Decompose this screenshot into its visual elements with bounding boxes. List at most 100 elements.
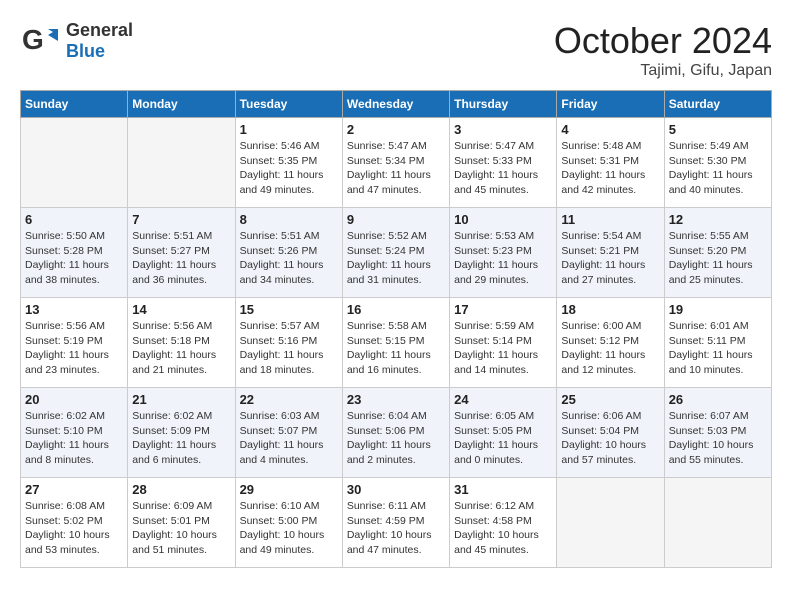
calendar-cell: 18 Sunrise: 6:00 AM Sunset: 5:12 PM Dayli… bbox=[557, 298, 664, 388]
day-number: 27 bbox=[25, 482, 123, 497]
day-info: Sunrise: 6:12 AM Sunset: 4:58 PM Dayligh… bbox=[454, 499, 552, 558]
calendar-cell: 16 Sunrise: 5:58 AM Sunset: 5:15 PM Dayli… bbox=[342, 298, 449, 388]
day-number: 26 bbox=[669, 392, 767, 407]
day-info: Sunrise: 6:10 AM Sunset: 5:00 PM Dayligh… bbox=[240, 499, 338, 558]
calendar-cell: 3 Sunrise: 5:47 AM Sunset: 5:33 PM Daylig… bbox=[450, 118, 557, 208]
day-info: Sunrise: 5:50 AM Sunset: 5:28 PM Dayligh… bbox=[25, 229, 123, 288]
day-info: Sunrise: 5:51 AM Sunset: 5:27 PM Dayligh… bbox=[132, 229, 230, 288]
page-header: G General Blue October 2024 Tajimi, Gifu… bbox=[20, 20, 772, 80]
calendar-cell bbox=[21, 118, 128, 208]
day-number: 3 bbox=[454, 122, 552, 137]
day-number: 9 bbox=[347, 212, 445, 227]
calendar-cell bbox=[557, 478, 664, 568]
day-number: 13 bbox=[25, 302, 123, 317]
calendar-cell: 20Sunrise: 6:02 AM Sunset: 5:10 PM Dayli… bbox=[21, 388, 128, 478]
calendar-cell: 27 Sunrise: 6:08 AM Sunset: 5:02 PM Dayli… bbox=[21, 478, 128, 568]
calendar-cell: 9 Sunrise: 5:52 AM Sunset: 5:24 PM Daylig… bbox=[342, 208, 449, 298]
logo-icon: G bbox=[20, 21, 60, 61]
calendar-cell: 12 Sunrise: 5:55 AM Sunset: 5:20 PM Dayli… bbox=[664, 208, 771, 298]
day-number: 28 bbox=[132, 482, 230, 497]
weekday-header: Sunday bbox=[21, 91, 128, 118]
day-number: 21 bbox=[132, 392, 230, 407]
day-number: 22 bbox=[240, 392, 338, 407]
day-number: 5 bbox=[669, 122, 767, 137]
day-number: 4 bbox=[561, 122, 659, 137]
day-number: 23 bbox=[347, 392, 445, 407]
day-info: Sunrise: 5:52 AM Sunset: 5:24 PM Dayligh… bbox=[347, 229, 445, 288]
day-info: Sunrise: 6:04 AM Sunset: 5:06 PM Dayligh… bbox=[347, 409, 445, 468]
calendar-cell: 21 Sunrise: 6:02 AM Sunset: 5:09 PM Dayli… bbox=[128, 388, 235, 478]
calendar-cell: 5 Sunrise: 5:49 AM Sunset: 5:30 PM Daylig… bbox=[664, 118, 771, 208]
calendar-cell: 1 Sunrise: 5:46 AM Sunset: 5:35 PM Daylig… bbox=[235, 118, 342, 208]
calendar-cell: 4 Sunrise: 5:48 AM Sunset: 5:31 PM Daylig… bbox=[557, 118, 664, 208]
calendar-cell: 10Sunrise: 5:53 AM Sunset: 5:23 PM Dayli… bbox=[450, 208, 557, 298]
day-number: 30 bbox=[347, 482, 445, 497]
day-info: Sunrise: 5:56 AM Sunset: 5:18 PM Dayligh… bbox=[132, 319, 230, 378]
weekday-header: Saturday bbox=[664, 91, 771, 118]
calendar-header-row: SundayMondayTuesdayWednesdayThursdayFrid… bbox=[21, 91, 772, 118]
day-number: 19 bbox=[669, 302, 767, 317]
day-number: 18 bbox=[561, 302, 659, 317]
calendar-cell: 13Sunrise: 5:56 AM Sunset: 5:19 PM Dayli… bbox=[21, 298, 128, 388]
logo-general: General bbox=[66, 20, 133, 40]
weekday-header: Friday bbox=[557, 91, 664, 118]
day-info: Sunrise: 6:09 AM Sunset: 5:01 PM Dayligh… bbox=[132, 499, 230, 558]
weekday-header: Wednesday bbox=[342, 91, 449, 118]
calendar-cell: 22Sunrise: 6:03 AM Sunset: 5:07 PM Dayli… bbox=[235, 388, 342, 478]
day-info: Sunrise: 6:00 AM Sunset: 5:12 PM Dayligh… bbox=[561, 319, 659, 378]
day-info: Sunrise: 5:55 AM Sunset: 5:20 PM Dayligh… bbox=[669, 229, 767, 288]
day-info: Sunrise: 5:48 AM Sunset: 5:31 PM Dayligh… bbox=[561, 139, 659, 198]
day-info: Sunrise: 5:47 AM Sunset: 5:33 PM Dayligh… bbox=[454, 139, 552, 198]
day-number: 29 bbox=[240, 482, 338, 497]
calendar-cell: 17Sunrise: 5:59 AM Sunset: 5:14 PM Dayli… bbox=[450, 298, 557, 388]
day-info: Sunrise: 5:54 AM Sunset: 5:21 PM Dayligh… bbox=[561, 229, 659, 288]
day-info: Sunrise: 6:11 AM Sunset: 4:59 PM Dayligh… bbox=[347, 499, 445, 558]
day-number: 24 bbox=[454, 392, 552, 407]
day-info: Sunrise: 5:57 AM Sunset: 5:16 PM Dayligh… bbox=[240, 319, 338, 378]
day-info: Sunrise: 6:08 AM Sunset: 5:02 PM Dayligh… bbox=[25, 499, 123, 558]
day-info: Sunrise: 5:47 AM Sunset: 5:34 PM Dayligh… bbox=[347, 139, 445, 198]
day-info: Sunrise: 5:46 AM Sunset: 5:35 PM Dayligh… bbox=[240, 139, 338, 198]
day-info: Sunrise: 6:07 AM Sunset: 5:03 PM Dayligh… bbox=[669, 409, 767, 468]
day-number: 12 bbox=[669, 212, 767, 227]
calendar-cell: 14 Sunrise: 5:56 AM Sunset: 5:18 PM Dayli… bbox=[128, 298, 235, 388]
title-block: October 2024 Tajimi, Gifu, Japan bbox=[554, 20, 772, 80]
calendar-cell: 2 Sunrise: 5:47 AM Sunset: 5:34 PM Daylig… bbox=[342, 118, 449, 208]
day-info: Sunrise: 5:58 AM Sunset: 5:15 PM Dayligh… bbox=[347, 319, 445, 378]
day-info: Sunrise: 5:49 AM Sunset: 5:30 PM Dayligh… bbox=[669, 139, 767, 198]
month-title: October 2024 bbox=[554, 20, 772, 62]
day-number: 7 bbox=[132, 212, 230, 227]
day-number: 14 bbox=[132, 302, 230, 317]
day-number: 2 bbox=[347, 122, 445, 137]
day-number: 16 bbox=[347, 302, 445, 317]
day-info: Sunrise: 6:01 AM Sunset: 5:11 PM Dayligh… bbox=[669, 319, 767, 378]
calendar-cell: 11Sunrise: 5:54 AM Sunset: 5:21 PM Dayli… bbox=[557, 208, 664, 298]
day-number: 6 bbox=[25, 212, 123, 227]
calendar-cell: 30 Sunrise: 6:11 AM Sunset: 4:59 PM Dayli… bbox=[342, 478, 449, 568]
calendar-cell: 24Sunrise: 6:05 AM Sunset: 5:05 PM Dayli… bbox=[450, 388, 557, 478]
day-info: Sunrise: 5:51 AM Sunset: 5:26 PM Dayligh… bbox=[240, 229, 338, 288]
calendar-cell: 15Sunrise: 5:57 AM Sunset: 5:16 PM Dayli… bbox=[235, 298, 342, 388]
calendar-cell: 25Sunrise: 6:06 AM Sunset: 5:04 PM Dayli… bbox=[557, 388, 664, 478]
day-number: 25 bbox=[561, 392, 659, 407]
calendar-cell: 28 Sunrise: 6:09 AM Sunset: 5:01 PM Dayli… bbox=[128, 478, 235, 568]
svg-text:G: G bbox=[22, 24, 44, 55]
day-info: Sunrise: 6:02 AM Sunset: 5:10 PM Dayligh… bbox=[25, 409, 123, 468]
calendar-cell: 23 Sunrise: 6:04 AM Sunset: 5:06 PM Dayli… bbox=[342, 388, 449, 478]
calendar-week-row: 20Sunrise: 6:02 AM Sunset: 5:10 PM Dayli… bbox=[21, 388, 772, 478]
day-number: 8 bbox=[240, 212, 338, 227]
weekday-header: Monday bbox=[128, 91, 235, 118]
calendar-cell bbox=[128, 118, 235, 208]
calendar-table: SundayMondayTuesdayWednesdayThursdayFrid… bbox=[20, 90, 772, 568]
logo: G General Blue bbox=[20, 20, 133, 62]
day-number: 1 bbox=[240, 122, 338, 137]
day-number: 10 bbox=[454, 212, 552, 227]
calendar-week-row: 6 Sunrise: 5:50 AM Sunset: 5:28 PM Daylig… bbox=[21, 208, 772, 298]
calendar-week-row: 13Sunrise: 5:56 AM Sunset: 5:19 PM Dayli… bbox=[21, 298, 772, 388]
calendar-cell bbox=[664, 478, 771, 568]
logo-text: General Blue bbox=[66, 20, 133, 62]
day-number: 31 bbox=[454, 482, 552, 497]
day-info: Sunrise: 6:02 AM Sunset: 5:09 PM Dayligh… bbox=[132, 409, 230, 468]
day-number: 17 bbox=[454, 302, 552, 317]
calendar-cell: 29 Sunrise: 6:10 AM Sunset: 5:00 PM Dayli… bbox=[235, 478, 342, 568]
